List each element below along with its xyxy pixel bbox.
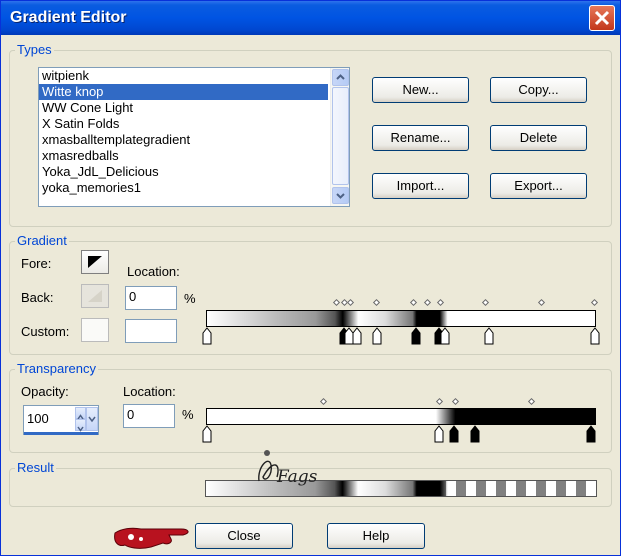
scroll-down-button[interactable] xyxy=(332,187,349,204)
new-button[interactable]: New... xyxy=(372,77,469,103)
gradient-group-label: Gradient xyxy=(15,233,69,248)
back-label: Back: xyxy=(21,290,54,305)
gradient-location-input[interactable]: 0 xyxy=(125,286,177,310)
scroll-thumb[interactable] xyxy=(332,87,349,185)
opacity-stop-marker xyxy=(586,425,596,443)
color-stop-marker xyxy=(411,327,421,345)
list-item[interactable]: xmasredballs xyxy=(39,148,328,164)
background-triangle-icon xyxy=(88,290,102,302)
opacity-spin-up[interactable] xyxy=(75,407,86,420)
color-stop-marker xyxy=(352,327,362,345)
gradient-percent-label: % xyxy=(184,291,196,306)
transparency-bar[interactable] xyxy=(206,408,596,425)
opacity-stop-markers[interactable] xyxy=(199,425,609,445)
transparency-percent-label: % xyxy=(182,407,194,422)
close-window-button[interactable] xyxy=(589,5,615,31)
close-button[interactable]: Close xyxy=(195,523,293,549)
custom-color-swatch[interactable] xyxy=(81,318,109,342)
opacity-stop-marker xyxy=(202,425,212,443)
list-scrollbar[interactable] xyxy=(330,68,349,206)
transparency-location-input[interactable]: 0 xyxy=(123,404,175,428)
import-button[interactable]: Import... xyxy=(372,173,469,199)
gradient-location-label: Location: xyxy=(127,264,180,279)
title-bar[interactable]: Gradient Editor xyxy=(1,1,620,35)
opacity-stop-marker xyxy=(449,425,459,443)
chevron-up-icon xyxy=(336,74,345,80)
transparency-group-label: Transparency xyxy=(15,361,98,376)
scroll-up-button[interactable] xyxy=(332,69,349,86)
transparency-location-label: Location: xyxy=(123,384,176,399)
list-item[interactable]: xmasballtemplategradient xyxy=(39,132,328,148)
opacity-stop-marker xyxy=(470,425,480,443)
custom-color-input[interactable] xyxy=(125,319,177,343)
chevron-down-icon xyxy=(336,193,345,199)
color-stop-marker xyxy=(372,327,382,345)
opacity-value: 100 xyxy=(27,411,49,426)
list-item[interactable]: X Satin Folds xyxy=(39,116,328,132)
opacity-spin-down[interactable] xyxy=(75,419,86,432)
color-stop-marker xyxy=(484,327,494,345)
fore-color-swatch[interactable] xyxy=(81,250,109,274)
color-stop-marker xyxy=(440,327,450,345)
foreground-triangle-icon xyxy=(88,256,102,268)
back-color-swatch[interactable] xyxy=(81,284,109,308)
watermark-logo: Fags xyxy=(251,447,321,493)
rename-button[interactable]: Rename... xyxy=(372,125,469,151)
color-stop-markers[interactable] xyxy=(199,327,609,347)
export-button[interactable]: Export... xyxy=(490,173,587,199)
opacity-label: Opacity: xyxy=(21,384,69,399)
types-group-label: Types xyxy=(15,42,54,57)
list-item[interactable]: WW Cone Light xyxy=(39,100,328,116)
list-item[interactable]: Yoka_JdL_Delicious xyxy=(39,164,328,180)
custom-label: Custom: xyxy=(21,324,70,339)
color-stop-marker xyxy=(202,327,212,345)
list-item-selected[interactable]: Witte knop xyxy=(39,84,328,100)
watermark-text: Fags xyxy=(277,467,318,487)
pointing-hand-icon xyxy=(111,521,193,551)
window-title: Gradient Editor xyxy=(10,9,127,26)
copy-button[interactable]: Copy... xyxy=(490,77,587,103)
opacity-slider-bar[interactable] xyxy=(24,432,98,435)
opacity-dropdown-button[interactable] xyxy=(86,407,98,431)
gradient-bar[interactable] xyxy=(206,310,596,327)
opacity-spinner[interactable]: 100 xyxy=(23,405,99,435)
list-item[interactable]: yoka_memories1 xyxy=(39,180,328,196)
delete-button[interactable]: Delete xyxy=(490,125,587,151)
chevron-down-icon xyxy=(88,416,96,423)
fore-label: Fore: xyxy=(21,256,52,271)
color-stop-marker xyxy=(590,327,600,345)
close-icon xyxy=(594,10,610,26)
list-item[interactable]: witpienk xyxy=(39,68,328,84)
gradient-editor-window: Gradient Editor Types witpienk Witte kno… xyxy=(0,0,621,556)
gradient-list[interactable]: witpienk Witte knop WW Cone Light X Sati… xyxy=(38,67,350,207)
help-button[interactable]: Help xyxy=(327,523,425,549)
opacity-stop-marker xyxy=(434,425,444,443)
result-group-label: Result xyxy=(15,460,56,475)
